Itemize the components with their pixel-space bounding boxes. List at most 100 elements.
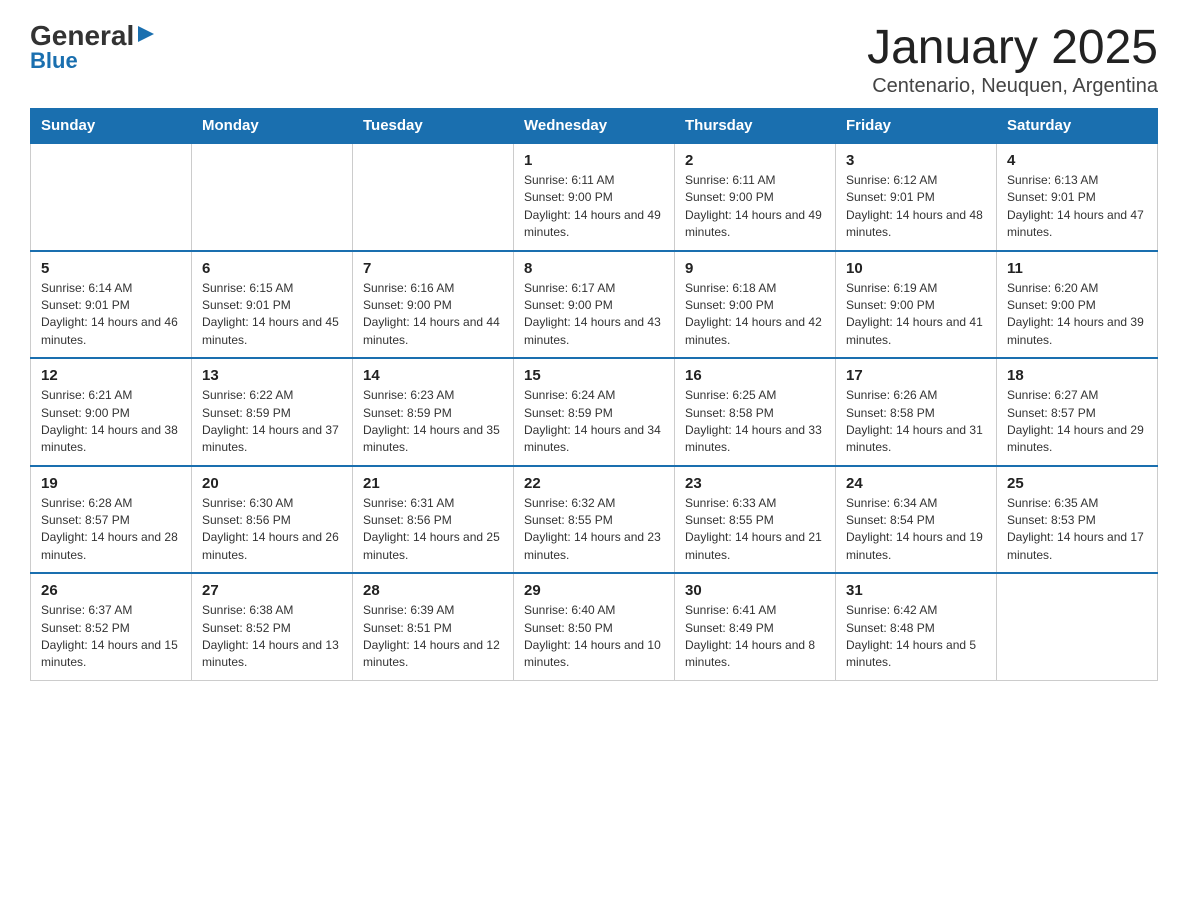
- calendar-cell: 12Sunrise: 6:21 AMSunset: 9:00 PMDayligh…: [31, 358, 192, 466]
- day-info: Sunrise: 6:35 AMSunset: 8:53 PMDaylight:…: [1007, 495, 1147, 565]
- day-number: 28: [363, 582, 503, 599]
- day-number: 7: [363, 260, 503, 277]
- calendar-cell: 15Sunrise: 6:24 AMSunset: 8:59 PMDayligh…: [514, 358, 675, 466]
- calendar-cell: [192, 143, 353, 251]
- day-info: Sunrise: 6:20 AMSunset: 9:00 PMDaylight:…: [1007, 280, 1147, 350]
- calendar-cell: 5 Sunrise: 6:14 AMSunset: 9:01 PMDaylight…: [31, 251, 192, 359]
- calendar-cell: 26 Sunrise: 6:37 AMSunset: 8:52 PMDayligh…: [31, 573, 192, 680]
- calendar-cell: 21Sunrise: 6:31 AMSunset: 8:56 PMDayligh…: [353, 466, 514, 574]
- calendar-cell: 22 Sunrise: 6:32 AMSunset: 8:55 PMDayligh…: [514, 466, 675, 574]
- day-info: Sunrise: 6:33 AMSunset: 8:55 PMDaylight:…: [685, 495, 825, 565]
- day-info: Sunrise: 6:25 AMSunset: 8:58 PMDaylight:…: [685, 387, 825, 457]
- logo-triangle-icon: [136, 24, 156, 44]
- calendar-cell: 17 Sunrise: 6:26 AMSunset: 8:58 PMDayligh…: [836, 358, 997, 466]
- calendar-cell: 16 Sunrise: 6:25 AMSunset: 8:58 PMDayligh…: [675, 358, 836, 466]
- calendar-cell: 31 Sunrise: 6:42 AMSunset: 8:48 PMDayligh…: [836, 573, 997, 680]
- day-number: 12: [41, 367, 181, 384]
- day-info: Sunrise: 6:40 AMSunset: 8:50 PMDaylight:…: [524, 602, 664, 672]
- day-info: Sunrise: 6:27 AMSunset: 8:57 PMDaylight:…: [1007, 387, 1147, 457]
- calendar-cell: 6Sunrise: 6:15 AMSunset: 9:01 PMDaylight…: [192, 251, 353, 359]
- day-number: 2: [685, 152, 825, 169]
- header-saturday: Saturday: [997, 109, 1158, 144]
- day-info: Sunrise: 6:11 AMSunset: 9:00 PMDaylight:…: [524, 172, 664, 242]
- day-info: Sunrise: 6:17 AMSunset: 9:00 PMDaylight:…: [524, 280, 664, 350]
- header-friday: Friday: [836, 109, 997, 144]
- day-number: 13: [202, 367, 342, 384]
- logo-blue: Blue: [30, 48, 78, 74]
- title-block: January 2025 Centenario, Neuquen, Argent…: [867, 20, 1158, 98]
- day-number: 30: [685, 582, 825, 599]
- day-number: 11: [1007, 260, 1147, 277]
- calendar-week-4: 26 Sunrise: 6:37 AMSunset: 8:52 PMDayligh…: [31, 573, 1158, 680]
- calendar-header-row: SundayMondayTuesdayWednesdayThursdayFrid…: [31, 109, 1158, 144]
- day-info: Sunrise: 6:38 AMSunset: 8:52 PMDaylight:…: [202, 602, 342, 672]
- calendar-week-1: 5 Sunrise: 6:14 AMSunset: 9:01 PMDaylight…: [31, 251, 1158, 359]
- day-number: 14: [363, 367, 503, 384]
- day-number: 8: [524, 260, 664, 277]
- calendar-cell: 27 Sunrise: 6:38 AMSunset: 8:52 PMDayligh…: [192, 573, 353, 680]
- day-info: Sunrise: 6:23 AMSunset: 8:59 PMDaylight:…: [363, 387, 503, 457]
- calendar-cell: 28 Sunrise: 6:39 AMSunset: 8:51 PMDayligh…: [353, 573, 514, 680]
- day-info: Sunrise: 6:16 AMSunset: 9:00 PMDaylight:…: [363, 280, 503, 350]
- day-number: 16: [685, 367, 825, 384]
- calendar-cell: 13Sunrise: 6:22 AMSunset: 8:59 PMDayligh…: [192, 358, 353, 466]
- day-info: Sunrise: 6:41 AMSunset: 8:49 PMDaylight:…: [685, 602, 825, 672]
- day-info: Sunrise: 6:39 AMSunset: 8:51 PMDaylight:…: [363, 602, 503, 672]
- calendar-cell: 3Sunrise: 6:12 AMSunset: 9:01 PMDaylight…: [836, 143, 997, 251]
- day-info: Sunrise: 6:19 AMSunset: 9:00 PMDaylight:…: [846, 280, 986, 350]
- day-number: 31: [846, 582, 986, 599]
- day-number: 19: [41, 475, 181, 492]
- calendar-cell: 25 Sunrise: 6:35 AMSunset: 8:53 PMDayligh…: [997, 466, 1158, 574]
- day-number: 1: [524, 152, 664, 169]
- calendar-cell: 9Sunrise: 6:18 AMSunset: 9:00 PMDaylight…: [675, 251, 836, 359]
- day-info: Sunrise: 6:42 AMSunset: 8:48 PMDaylight:…: [846, 602, 986, 672]
- day-number: 4: [1007, 152, 1147, 169]
- day-number: 24: [846, 475, 986, 492]
- header-monday: Monday: [192, 109, 353, 144]
- calendar-cell: 10 Sunrise: 6:19 AMSunset: 9:00 PMDayligh…: [836, 251, 997, 359]
- day-info: Sunrise: 6:30 AMSunset: 8:56 PMDaylight:…: [202, 495, 342, 565]
- day-number: 3: [846, 152, 986, 169]
- logo: General Blue: [30, 20, 156, 74]
- header-sunday: Sunday: [31, 109, 192, 144]
- calendar-cell: [353, 143, 514, 251]
- calendar-cell: 24 Sunrise: 6:34 AMSunset: 8:54 PMDayligh…: [836, 466, 997, 574]
- calendar-cell: 2 Sunrise: 6:11 AMSunset: 9:00 PMDaylight…: [675, 143, 836, 251]
- day-number: 10: [846, 260, 986, 277]
- header-thursday: Thursday: [675, 109, 836, 144]
- day-info: Sunrise: 6:24 AMSunset: 8:59 PMDaylight:…: [524, 387, 664, 457]
- day-number: 23: [685, 475, 825, 492]
- calendar-cell: 8 Sunrise: 6:17 AMSunset: 9:00 PMDaylight…: [514, 251, 675, 359]
- day-number: 25: [1007, 475, 1147, 492]
- day-info: Sunrise: 6:37 AMSunset: 8:52 PMDaylight:…: [41, 602, 181, 672]
- calendar-cell: [31, 143, 192, 251]
- day-info: Sunrise: 6:34 AMSunset: 8:54 PMDaylight:…: [846, 495, 986, 565]
- day-info: Sunrise: 6:13 AMSunset: 9:01 PMDaylight:…: [1007, 172, 1147, 242]
- calendar-cell: 11 Sunrise: 6:20 AMSunset: 9:00 PMDayligh…: [997, 251, 1158, 359]
- day-number: 18: [1007, 367, 1147, 384]
- day-number: 29: [524, 582, 664, 599]
- day-number: 22: [524, 475, 664, 492]
- day-info: Sunrise: 6:11 AMSunset: 9:00 PMDaylight:…: [685, 172, 825, 242]
- day-number: 5: [41, 260, 181, 277]
- calendar-cell: 20 Sunrise: 6:30 AMSunset: 8:56 PMDayligh…: [192, 466, 353, 574]
- calendar-cell: 29 Sunrise: 6:40 AMSunset: 8:50 PMDayligh…: [514, 573, 675, 680]
- day-number: 17: [846, 367, 986, 384]
- calendar-cell: 19 Sunrise: 6:28 AMSunset: 8:57 PMDayligh…: [31, 466, 192, 574]
- day-number: 26: [41, 582, 181, 599]
- day-number: 27: [202, 582, 342, 599]
- day-info: Sunrise: 6:28 AMSunset: 8:57 PMDaylight:…: [41, 495, 181, 565]
- header-tuesday: Tuesday: [353, 109, 514, 144]
- day-info: Sunrise: 6:32 AMSunset: 8:55 PMDaylight:…: [524, 495, 664, 565]
- page-header: General Blue January 2025 Centenario, Ne…: [30, 20, 1158, 98]
- day-number: 21: [363, 475, 503, 492]
- calendar-week-2: 12Sunrise: 6:21 AMSunset: 9:00 PMDayligh…: [31, 358, 1158, 466]
- calendar-cell: 18 Sunrise: 6:27 AMSunset: 8:57 PMDayligh…: [997, 358, 1158, 466]
- calendar-cell: 14 Sunrise: 6:23 AMSunset: 8:59 PMDayligh…: [353, 358, 514, 466]
- calendar-cell: 30 Sunrise: 6:41 AMSunset: 8:49 PMDayligh…: [675, 573, 836, 680]
- day-info: Sunrise: 6:26 AMSunset: 8:58 PMDaylight:…: [846, 387, 986, 457]
- day-info: Sunrise: 6:15 AMSunset: 9:01 PMDaylight:…: [202, 280, 342, 350]
- day-info: Sunrise: 6:14 AMSunset: 9:01 PMDaylight:…: [41, 280, 181, 350]
- calendar-week-3: 19 Sunrise: 6:28 AMSunset: 8:57 PMDayligh…: [31, 466, 1158, 574]
- day-number: 20: [202, 475, 342, 492]
